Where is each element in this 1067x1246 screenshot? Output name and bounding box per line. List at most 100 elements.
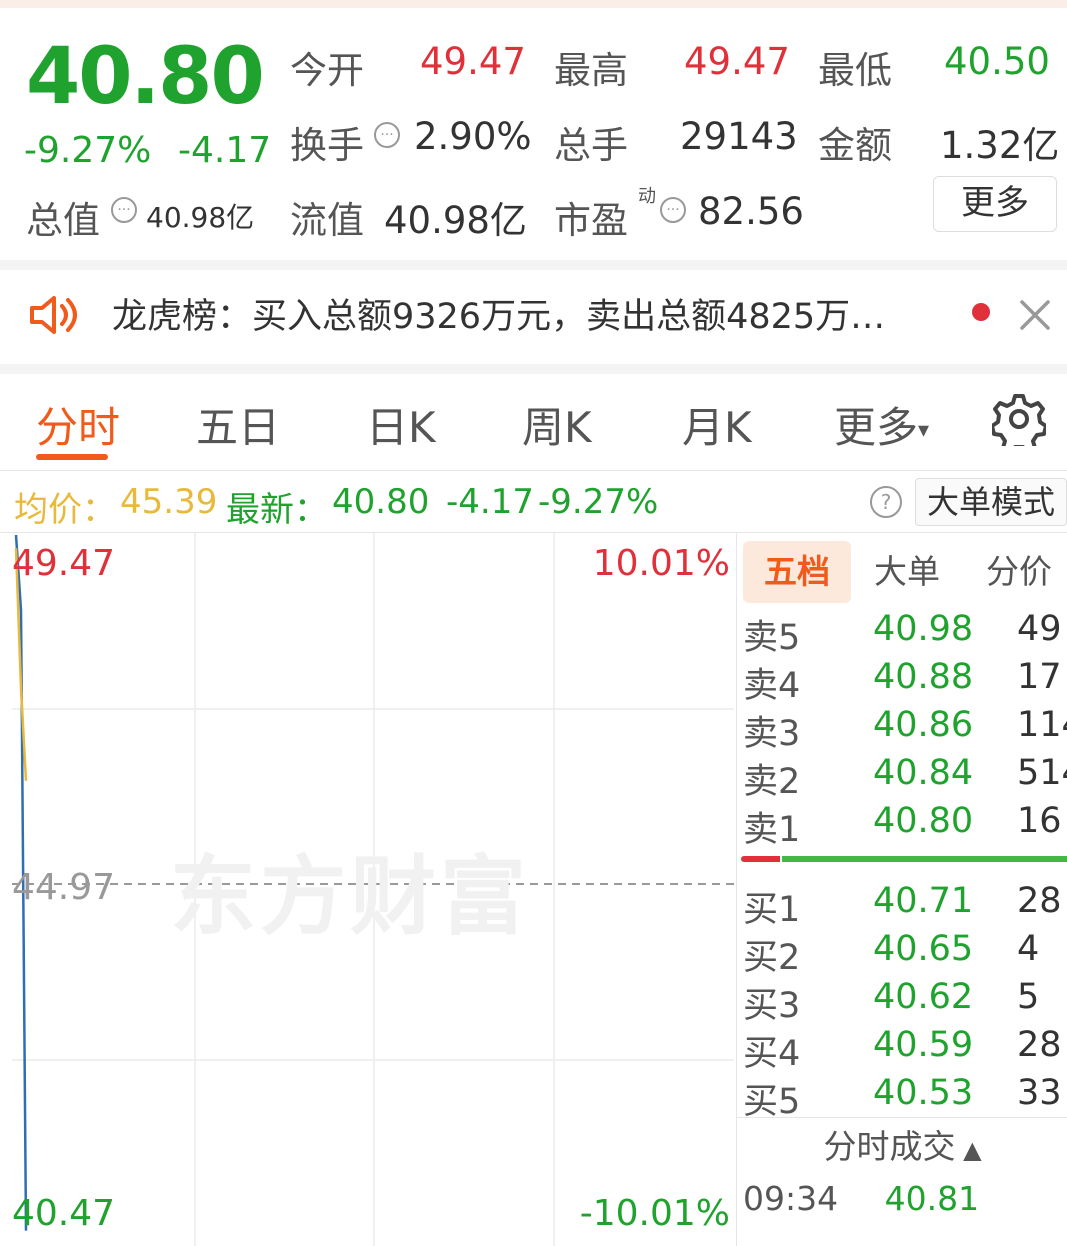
- avg-price-bar: 均价： 45.39 最新： 40.80 -4.17 -9.27%: [0, 470, 1067, 533]
- watermark-logo: 东方财富: [170, 847, 530, 947]
- last-price: 40.80: [26, 32, 265, 122]
- avg-value: 45.39: [120, 482, 218, 522]
- ask-row[interactable]: 卖5 40.98 49: [737, 607, 1067, 658]
- y-top-percent: 10.01%: [592, 543, 730, 584]
- pe-value: 82.56: [698, 190, 804, 233]
- ask-label: 卖4: [743, 666, 801, 706]
- tab-more[interactable]: 更多▾: [834, 394, 929, 455]
- bid-price: 40.53: [873, 1073, 974, 1113]
- bid-row[interactable]: 买4 40.59 28: [737, 1023, 1067, 1074]
- help-icon[interactable]: ?: [870, 486, 902, 518]
- ask-row[interactable]: 卖2 40.84 514: [737, 751, 1067, 802]
- ask-ratio-fill: [741, 856, 781, 862]
- ticks-header-label: 分时成交: [823, 1127, 956, 1166]
- bid-volume: 5: [1017, 977, 1040, 1017]
- ask-label: 卖5: [743, 618, 801, 658]
- tick-price: 40.81: [874, 1179, 980, 1218]
- caret-down-icon: ▾: [918, 418, 930, 443]
- top-strip: [0, 0, 1067, 8]
- total-value: 40.98亿: [146, 201, 255, 234]
- high-label: 最高: [554, 49, 628, 92]
- open-label: 今开: [290, 49, 364, 92]
- ask-volume: 16: [1017, 801, 1062, 841]
- bid-ask-ratio-bar: [741, 856, 1067, 862]
- ask-row[interactable]: 卖1 40.80 16: [737, 799, 1067, 850]
- ask-label: 卖2: [743, 762, 801, 802]
- ask-label: 卖1: [743, 810, 801, 850]
- tab-intraday[interactable]: 分时: [36, 394, 120, 455]
- info-icon[interactable]: ···: [660, 197, 686, 223]
- bid-volume: 28: [1017, 1025, 1062, 1065]
- tick-row: 09:34 40.81: [743, 1179, 979, 1218]
- more-button[interactable]: 更多: [933, 176, 1057, 232]
- tab-big-orders[interactable]: 大单: [857, 541, 957, 603]
- tab-five-day[interactable]: 五日: [196, 394, 280, 455]
- info-icon[interactable]: ···: [374, 122, 400, 148]
- float-value: 40.98亿: [384, 199, 527, 242]
- y-bottom-percent: -10.01%: [579, 1193, 730, 1234]
- big-order-mode-button[interactable]: 大单模式: [915, 478, 1067, 526]
- ask-price: 40.98: [873, 609, 974, 649]
- ask-price: 40.80: [873, 801, 974, 841]
- tab-monthly-k[interactable]: 月K: [682, 394, 752, 455]
- latest-percent: -9.27%: [538, 482, 659, 522]
- change-percent: -9.27%: [24, 130, 152, 171]
- order-book-panel: 五档 大单 分价 卖5 40.98 49 卖4 40.88 17 卖3 40.86 114 卖2 4…: [736, 533, 1067, 1246]
- tab-weekly-k[interactable]: 周K: [522, 394, 592, 455]
- caret-up-icon: ▲: [955, 1136, 982, 1164]
- bid-price: 40.62: [873, 977, 974, 1017]
- ask-price: 40.88: [873, 657, 974, 697]
- info-icon[interactable]: ···: [111, 197, 137, 223]
- latest-change: -4.17: [446, 482, 534, 522]
- volume-label: 总手: [554, 124, 628, 167]
- pe-label: 市盈: [554, 199, 628, 242]
- speaker-icon: [30, 296, 77, 334]
- bid-price: 40.65: [873, 929, 974, 969]
- ask-row[interactable]: 卖4 40.88 17: [737, 655, 1067, 706]
- volume-value: 29143: [680, 115, 798, 158]
- dragon-tiger-banner[interactable]: 龙虎榜：买入总额9326万元，卖出总额4825万…: [0, 270, 1067, 364]
- divider: [0, 260, 1067, 270]
- ask-volume: 114: [1017, 705, 1067, 745]
- y-mid-price: 44.97: [12, 867, 116, 908]
- bid-label: 买2: [743, 938, 801, 978]
- pe-superscript: 动: [638, 186, 656, 207]
- y-top-price: 49.47: [12, 543, 116, 584]
- low-value: 40.50: [944, 40, 1050, 83]
- period-tabs: 分时 五日 日K 周K 月K 更多▾: [0, 374, 1067, 471]
- avg-label: 均价：: [14, 490, 116, 530]
- settings-gear-icon[interactable]: [992, 392, 1046, 446]
- bid-volume: 4: [1017, 929, 1040, 969]
- latest-value: 40.80: [332, 482, 430, 522]
- unread-dot: [972, 303, 990, 321]
- bid-price: 40.71: [873, 881, 974, 921]
- tick-time: 09:34: [743, 1179, 839, 1218]
- ask-volume: 17: [1017, 657, 1062, 697]
- ticks-header[interactable]: 分时成交 ▲: [737, 1117, 1067, 1176]
- bid-row[interactable]: 买2 40.65 4: [737, 927, 1067, 978]
- bid-row[interactable]: 买3 40.62 5: [737, 975, 1067, 1026]
- change-amount: -4.17: [178, 130, 272, 171]
- bid-label: 买3: [743, 986, 801, 1026]
- ask-price: 40.86: [873, 705, 974, 745]
- close-icon[interactable]: [1018, 298, 1052, 332]
- float-value-label: 流值: [290, 199, 364, 242]
- low-label: 最低: [818, 49, 892, 92]
- bid-price: 40.59: [873, 1025, 974, 1065]
- active-tab-indicator: [36, 454, 108, 460]
- tab-five-levels[interactable]: 五档: [743, 541, 851, 603]
- bid-row[interactable]: 买5 40.53 33: [737, 1071, 1067, 1122]
- total-value-label: 总值: [26, 199, 100, 242]
- ask-row[interactable]: 卖3 40.86 114: [737, 703, 1067, 754]
- amount-label: 金额: [818, 124, 892, 167]
- tab-price-distribution[interactable]: 分价: [969, 541, 1067, 603]
- ask-label: 卖3: [743, 714, 801, 754]
- tab-daily-k[interactable]: 日K: [366, 394, 436, 455]
- bid-label: 买1: [743, 890, 801, 930]
- bid-row[interactable]: 买1 40.71 28: [737, 879, 1067, 930]
- y-bottom-price: 40.47: [12, 1193, 116, 1234]
- tab-more-label: 更多: [834, 403, 919, 452]
- open-value: 49.47: [420, 40, 526, 83]
- ask-price: 40.84: [873, 753, 974, 793]
- bid-label: 买4: [743, 1034, 801, 1074]
